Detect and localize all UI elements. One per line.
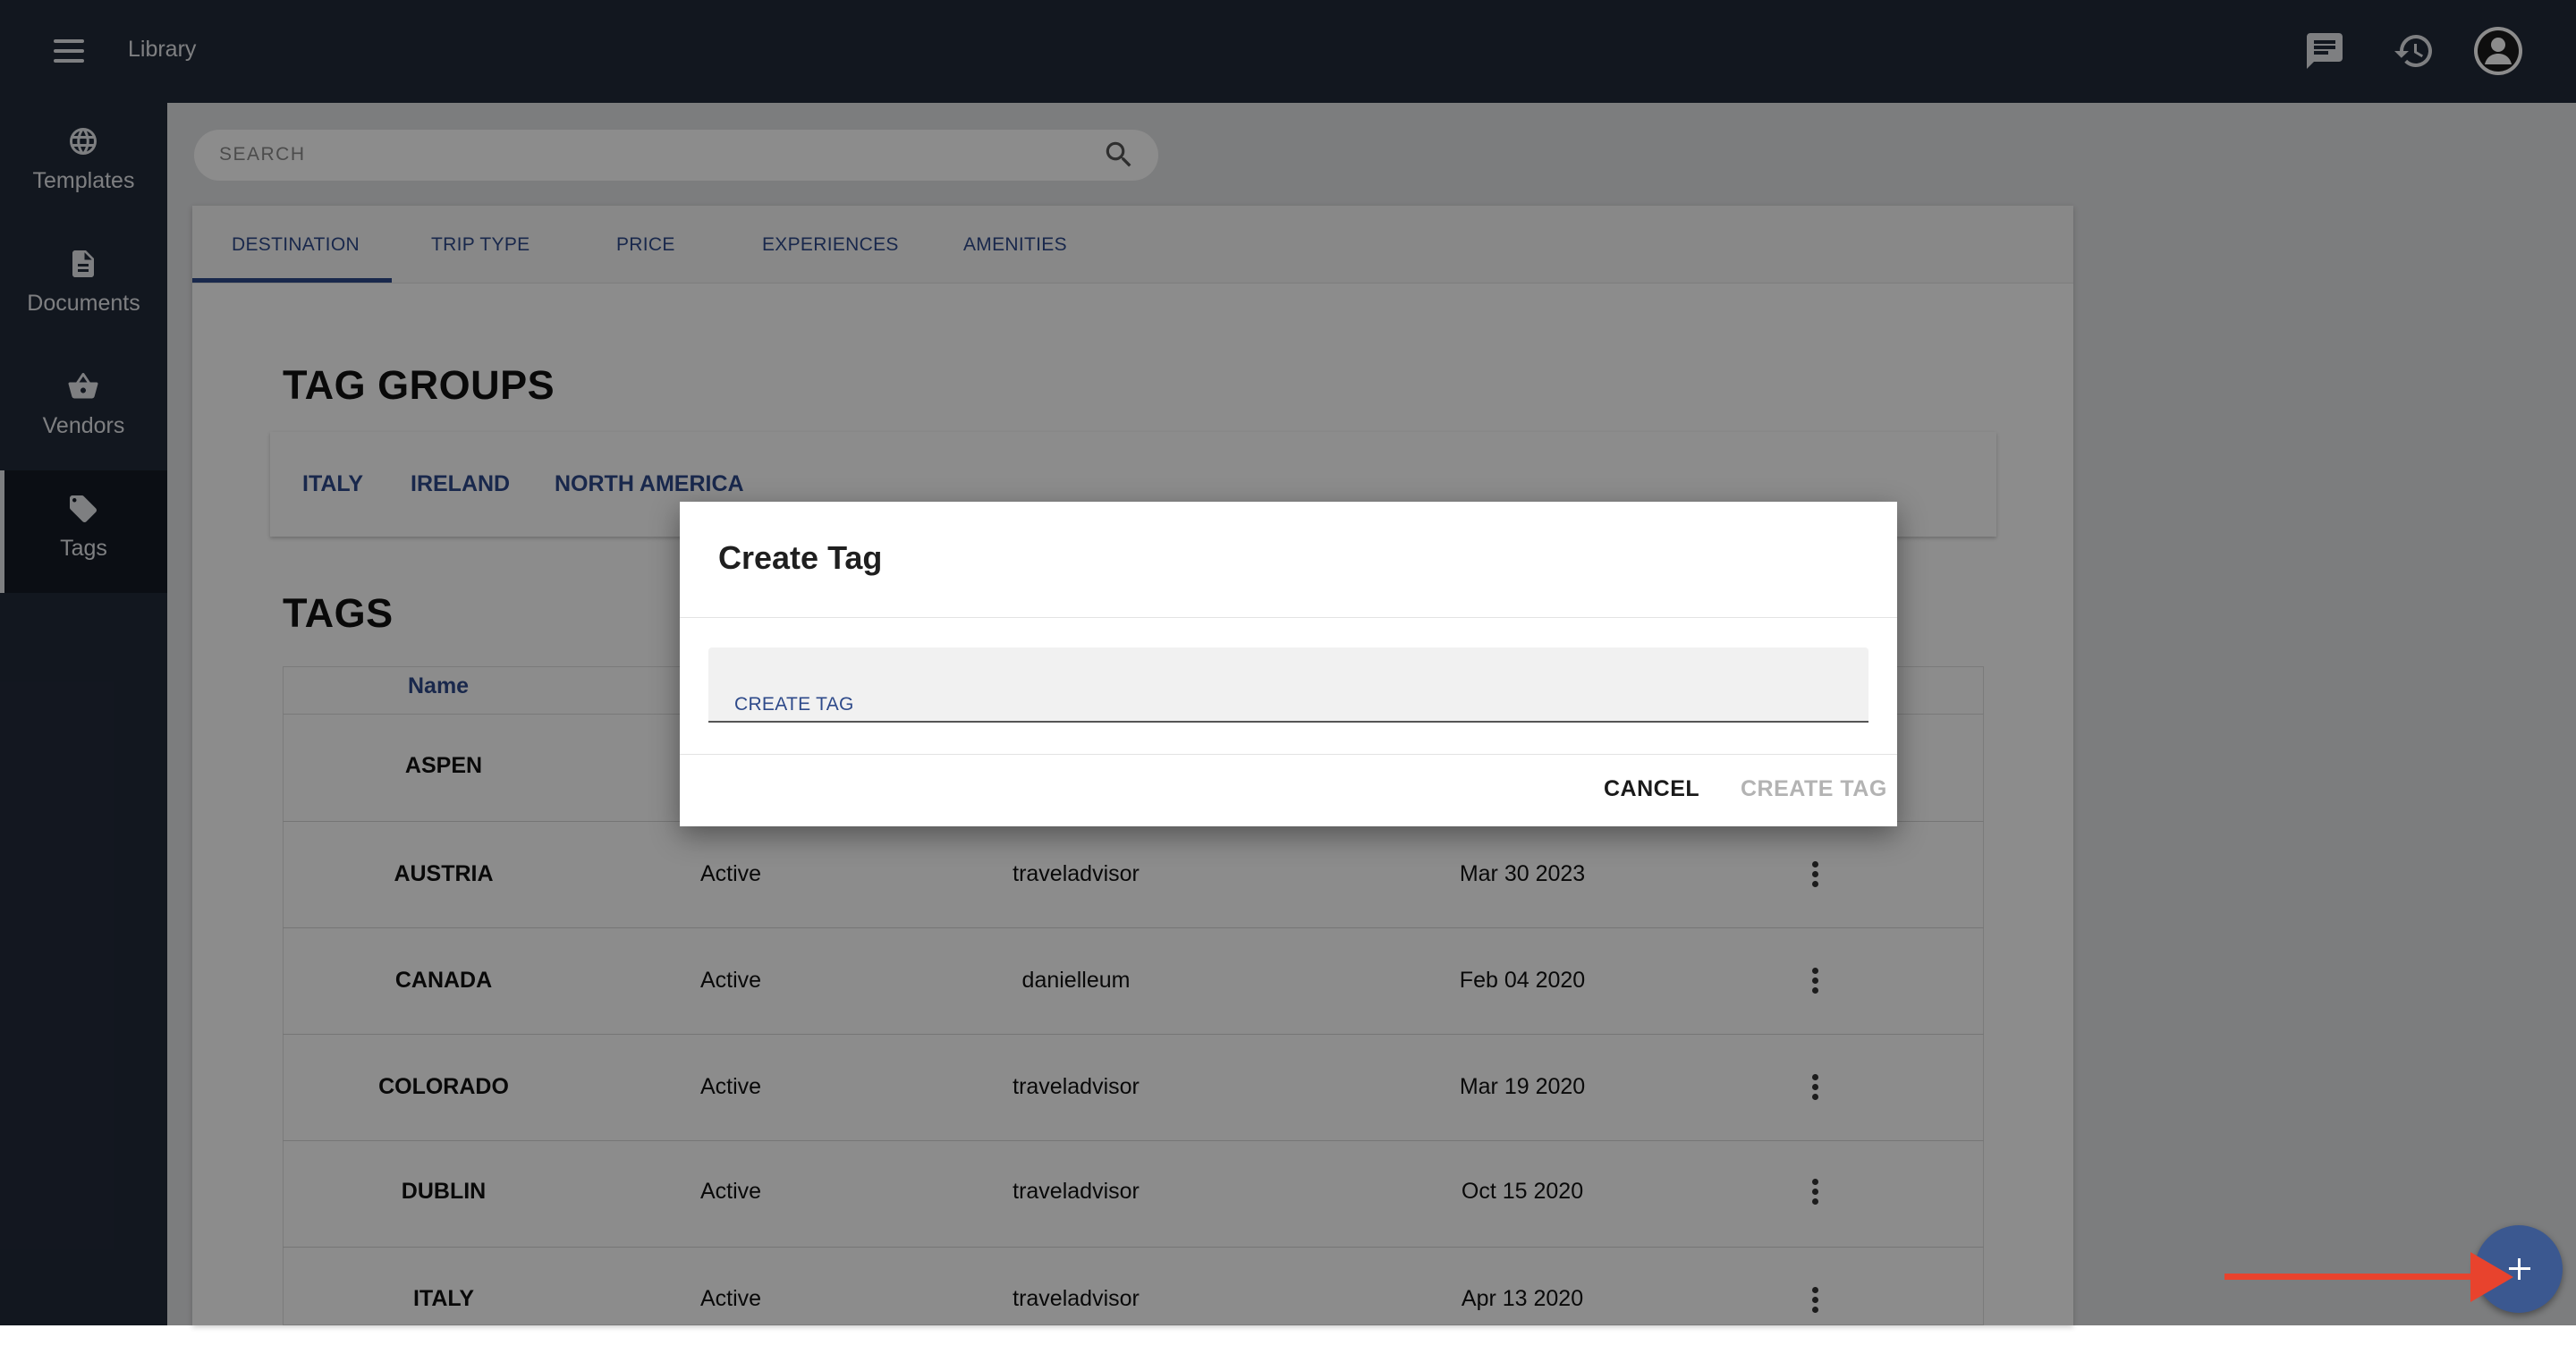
dialog-title: Create Tag — [718, 539, 883, 576]
create-tag-dialog: Create Tag CREATE TAG CANCEL CREATE TAG — [680, 502, 1897, 826]
dialog-divider — [680, 617, 1897, 618]
create-tag-field-label: CREATE TAG — [734, 694, 854, 715]
create-tag-field[interactable]: CREATE TAG — [708, 647, 1868, 723]
cancel-button[interactable]: CANCEL — [1604, 776, 1699, 802]
create-tag-button[interactable]: CREATE TAG — [1741, 776, 1887, 802]
dialog-divider — [680, 754, 1897, 755]
create-tag-input[interactable] — [733, 653, 1842, 689]
